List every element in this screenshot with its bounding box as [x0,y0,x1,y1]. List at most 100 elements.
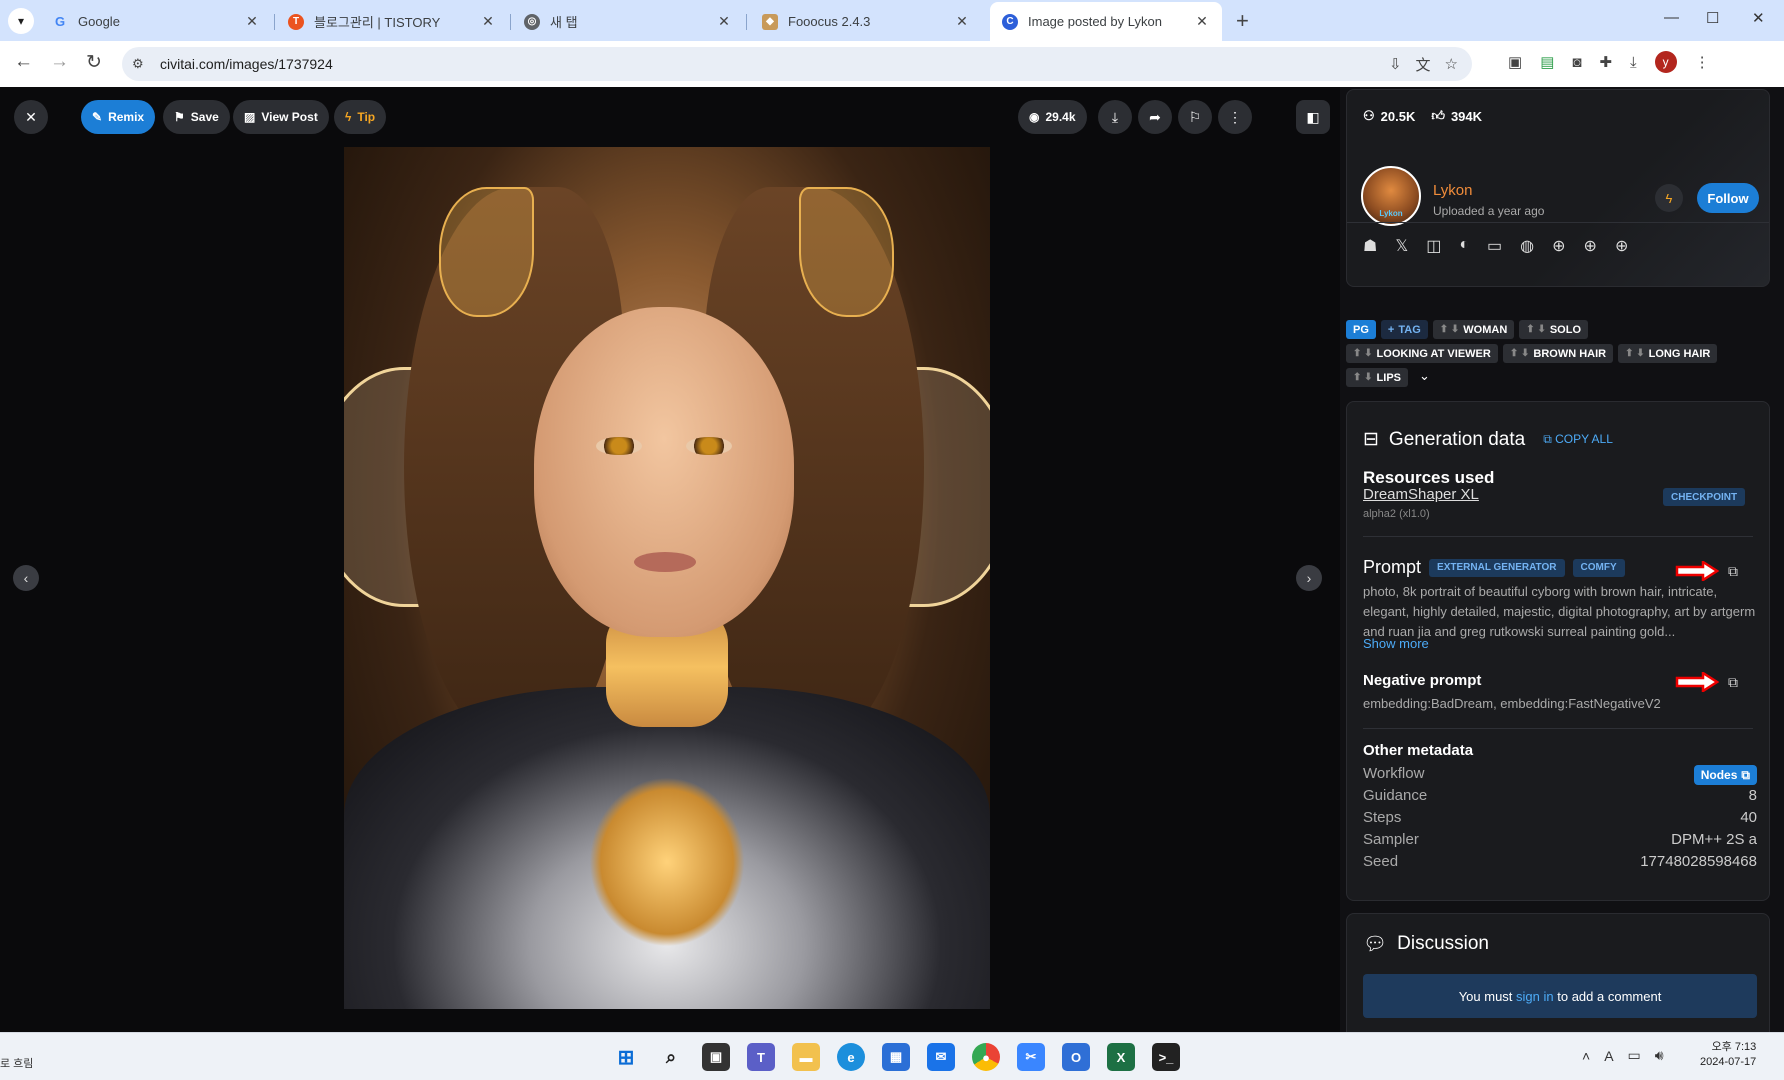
chrome-icon[interactable]: ● [972,1043,1000,1071]
search-icon[interactable]: ⌕ [657,1043,685,1071]
terminal-icon[interactable]: >_ [1152,1043,1180,1071]
teams-icon[interactable]: T [747,1043,775,1071]
mail-icon[interactable]: ✉ [927,1043,955,1071]
next-image-button[interactable]: › [1296,565,1322,591]
posted-image [344,147,990,1009]
globe-icon[interactable]: ⊕ [1552,236,1565,256]
creator-name[interactable]: Lykon [1433,182,1472,199]
video-icon[interactable]: ▭ [1487,236,1502,256]
tag-chip[interactable]: ⬆ ⬇ LIPS [1346,368,1408,387]
ko-fi-icon[interactable]: ◐ [1459,236,1469,256]
tip-button[interactable]: ϟ Tip [334,100,387,134]
vote-arrows-icon[interactable]: ⬆ ⬇ [1353,348,1373,359]
volume-icon[interactable]: 🔊︎ [1655,1047,1664,1064]
clock[interactable]: 오후 7:13 2024-07-17 [1700,1040,1756,1070]
globe-icon[interactable]: ⊕ [1584,236,1597,256]
chevron-up-icon[interactable]: ˄ [1582,1048,1590,1064]
tab-fooocus[interactable]: ◆ Fooocus 2.4.3 ✕ [750,2,982,41]
reload-button[interactable]: ↻ [86,51,102,74]
close-icon[interactable]: ✕ [244,13,260,30]
menu-kebab-icon[interactable]: ⋮ [1695,53,1710,71]
new-tab-button[interactable]: + [1236,8,1249,34]
show-more-link[interactable]: Show more [1363,636,1429,651]
view-post-button[interactable]: ▨ View Post [233,100,329,134]
tag-chip[interactable]: ⬆ ⬇ LOOKING AT VIEWER [1346,344,1498,363]
vote-arrows-icon[interactable]: ⬆ ⬇ [1625,348,1645,359]
network-icon[interactable]: ▭ [1628,1047,1641,1064]
copy-negative-prompt-icon[interactable]: ⧉ [1728,674,1738,691]
ime-icon[interactable]: A [1604,1048,1613,1064]
tag-chip[interactable]: ⬆ ⬇ SOLO [1519,320,1589,339]
downloads-icon[interactable]: ⤓ [1630,54,1637,71]
extension-icon[interactable]: ▣ [1508,53,1522,71]
civitai-link-icon[interactable]: ☗ [1363,236,1377,256]
extension-icon[interactable]: ▤ [1540,53,1554,71]
tab-new-tab[interactable]: ◎ 새 탭 ✕ [512,2,744,41]
camera-icon[interactable]: ◙ [1572,54,1581,71]
creator-avatar[interactable]: Lykon [1361,166,1421,226]
remix-button[interactable]: ✎ Remix [81,100,156,134]
copy-all-button[interactable]: ⧉ COPY ALL [1543,432,1613,447]
windows-start-icon[interactable]: ⊞ [612,1043,640,1071]
edge-icon[interactable]: e [837,1043,865,1071]
tip-creator-button[interactable]: ϟ [1655,184,1683,212]
forward-button[interactable]: → [50,51,69,73]
excel-icon[interactable]: X [1107,1043,1135,1071]
tab-tistory[interactable]: T 블로그관리 | TISTORY ✕ [276,2,508,41]
weather-widget[interactable]: 로 흐림 [0,1055,33,1071]
url-text[interactable]: civitai.com/images/1737924 [160,56,333,72]
copy-prompt-icon[interactable]: ⧉ [1728,563,1738,580]
address-bar[interactable]: ⚙ civitai.com/images/1737924 ⇩ 文 ☆ [122,47,1472,81]
close-icon[interactable]: ✕ [480,13,496,30]
toggle-sidebar-button[interactable]: ◧ [1296,100,1330,134]
discord-icon[interactable]: ◍ [1520,236,1534,256]
tag-chip[interactable]: ⬆ ⬇ BROWN HAIR [1502,344,1614,363]
maximize-button[interactable]: ☐ [1706,9,1719,27]
vote-arrows-icon[interactable]: ⬆ ⬇ [1510,348,1530,359]
site-info-icon[interactable]: ⚙ [132,56,152,72]
vote-arrows-icon[interactable]: ⬆ ⬇ [1440,324,1460,335]
chevron-down-icon[interactable]: ⌄ [1419,368,1430,387]
close-icon[interactable]: ✕ [954,13,970,30]
vote-arrows-icon[interactable]: ⬆ ⬇ [1353,372,1373,383]
snipping-tool-icon[interactable]: ✂ [1017,1043,1045,1071]
minimize-button[interactable]: — [1664,9,1679,26]
report-button[interactable]: ⚐ [1178,100,1212,134]
bookmark-icon: ⚑ [174,110,185,124]
tag-chip[interactable]: ⬆ ⬇ WOMAN [1432,320,1515,339]
download-button[interactable]: ⤓ [1098,100,1132,134]
tag-chip[interactable]: ⬆ ⬇ LONG HAIR [1618,344,1718,363]
vote-arrows-icon[interactable]: ⬆ ⬇ [1526,324,1546,335]
bookmark-star-icon[interactable]: ☆ [1445,55,1458,73]
close-icon[interactable]: ✕ [716,13,732,30]
nodes-button[interactable]: Nodes ⧉ [1693,765,1757,785]
file-explorer-icon[interactable]: ▬ [792,1043,820,1071]
sign-in-link[interactable]: sign in [1516,989,1554,1004]
add-tag-button[interactable]: + TAG [1380,320,1428,339]
more-options-button[interactable]: ⋮ [1218,100,1252,134]
follow-button[interactable]: Follow [1697,183,1759,213]
instagram-icon[interactable]: ◫ [1426,236,1441,256]
share-button[interactable]: ➦ [1138,100,1172,134]
close-viewer-button[interactable]: ✕ [14,100,48,134]
window-close-button[interactable]: ✕ [1752,9,1765,27]
tab-strip: ▾ G Google ✕ T 블로그관리 | TISTORY ✕ ◎ 새 탭 ✕… [0,0,1784,41]
task-view-icon[interactable]: ▣ [702,1043,730,1071]
globe-icon[interactable]: ⊕ [1615,236,1628,256]
puzzle-extensions-icon[interactable]: ✚ [1599,53,1612,71]
tab-search-button[interactable]: ▾ [8,8,34,34]
tab-google[interactable]: G Google ✕ [40,2,272,41]
install-app-icon[interactable]: ⇩ [1389,55,1402,73]
profile-avatar[interactable]: y [1654,51,1677,73]
x-twitter-icon[interactable]: 𝕏 [1395,236,1408,256]
tab-civitai[interactable]: C Image posted by Lykon ✕ [990,2,1222,41]
outlook-icon[interactable]: O [1062,1043,1090,1071]
sampler-row: Sampler DPM++ 2S a [1363,831,1757,848]
close-icon[interactable]: ✕ [1194,13,1210,30]
store-icon[interactable]: ▦ [882,1043,910,1071]
save-button[interactable]: ⚑ Save [163,100,230,134]
translate-icon[interactable]: 文 [1416,54,1431,75]
back-button[interactable]: ← [14,51,33,73]
resource-link[interactable]: DreamShaper XL [1363,486,1479,503]
previous-image-button[interactable]: ‹ [13,565,39,591]
